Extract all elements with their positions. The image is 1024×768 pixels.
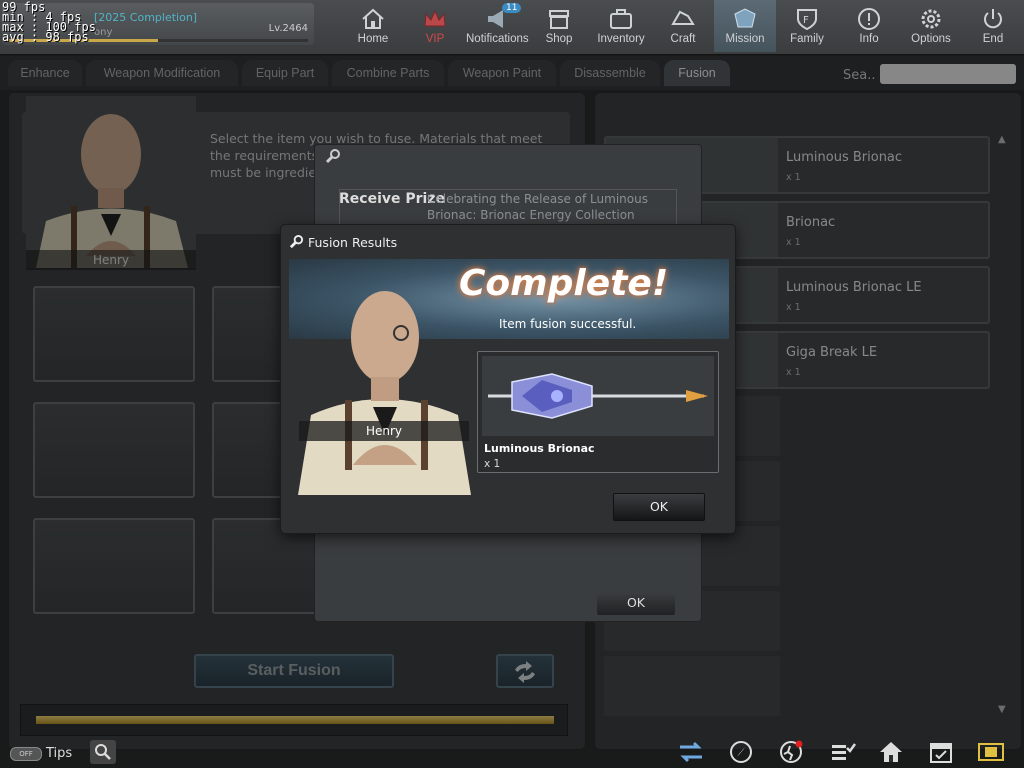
power-icon (984, 9, 1002, 29)
nav-label: Mission (725, 33, 765, 45)
info-icon (858, 8, 880, 30)
wrench-icon (325, 149, 340, 164)
home-icon (362, 8, 384, 29)
nav-craft[interactable]: Craft (652, 0, 714, 52)
dialog-title: Fusion Results (308, 235, 398, 250)
run-icon[interactable] (776, 738, 806, 766)
nav-label: VIP (425, 33, 445, 45)
search-button[interactable] (90, 740, 116, 764)
nav-label: Info (859, 33, 879, 45)
nav-shop[interactable]: Shop (528, 0, 590, 52)
fps-overlay: 99 fps min : 4 fps max : 100 fps avg : 9… (2, 1, 96, 44)
nav-label: Family (790, 33, 824, 45)
craft-icon (671, 10, 695, 25)
complete-text: Complete! (459, 263, 669, 304)
notification-badge: 11 (502, 3, 522, 13)
dialog-header: Fusion Results (289, 235, 397, 250)
nav-vip[interactable]: VIP (404, 0, 466, 52)
film-icon[interactable] (976, 738, 1006, 766)
nav-label: Inventory (597, 33, 645, 45)
nav-end[interactable]: End (962, 0, 1024, 52)
nav-home[interactable]: Home (342, 0, 404, 52)
nav-info[interactable]: Info (838, 0, 900, 52)
nav-label: End (982, 33, 1004, 45)
henry-portrait (298, 291, 471, 495)
swap-icon[interactable] (676, 738, 706, 766)
nav-label: Shop (545, 33, 573, 45)
player-level: Lv.2464 (268, 23, 308, 34)
calendar-icon[interactable] (926, 738, 956, 766)
player-title: [2025 Completion] (94, 11, 198, 24)
top-bar: [2025 Completion] ony Lv.2464 Home VIP 1… (0, 0, 1024, 55)
shop-icon (549, 10, 569, 29)
player-name: ony (94, 27, 113, 38)
npc-name-label: Henry (299, 421, 469, 441)
fusion-results-dialog: Fusion Results Complete! Item fusion suc… (280, 224, 736, 534)
gear-icon (921, 9, 941, 29)
spear-icon (482, 356, 714, 436)
shield-f-icon: F (797, 9, 817, 31)
nav-family[interactable]: F Family (776, 0, 838, 52)
result-item-qty: x 1 (484, 458, 501, 470)
compass-icon[interactable] (726, 738, 756, 766)
tips-toggle[interactable]: OFF Tips (10, 746, 72, 761)
item-image (482, 356, 714, 436)
result-ok-button[interactable]: OK (613, 493, 705, 521)
nav-mission[interactable]: Mission (714, 0, 776, 52)
nav-inventory[interactable]: Inventory (590, 0, 652, 52)
nav-label: Home (357, 33, 389, 45)
fps-avg: avg : 98 fps (2, 30, 89, 44)
mission-icon (734, 8, 756, 28)
prize-ok-button[interactable]: OK (597, 591, 675, 615)
checklist-icon[interactable] (828, 738, 858, 766)
search-icon (95, 744, 111, 760)
nav-options[interactable]: Options (900, 0, 962, 52)
crown-icon (424, 9, 446, 27)
briefcase-icon (610, 9, 632, 29)
nav-label: Craft (670, 33, 696, 45)
nav-label: Notifications (466, 33, 529, 45)
house-icon[interactable] (876, 738, 906, 766)
nav-label: Options (911, 33, 951, 45)
wrench-icon (289, 235, 304, 249)
toggle-switch[interactable]: OFF (10, 747, 42, 761)
tips-label: Tips (46, 746, 73, 761)
result-item-card: Luminous Brionac x 1 (477, 351, 719, 473)
result-item-name: Luminous Brionac (484, 442, 595, 455)
svg-text:F: F (803, 15, 809, 26)
nav-notifications[interactable]: 11 Notifications (466, 0, 529, 52)
complete-subtitle: Item fusion successful. (499, 317, 637, 331)
